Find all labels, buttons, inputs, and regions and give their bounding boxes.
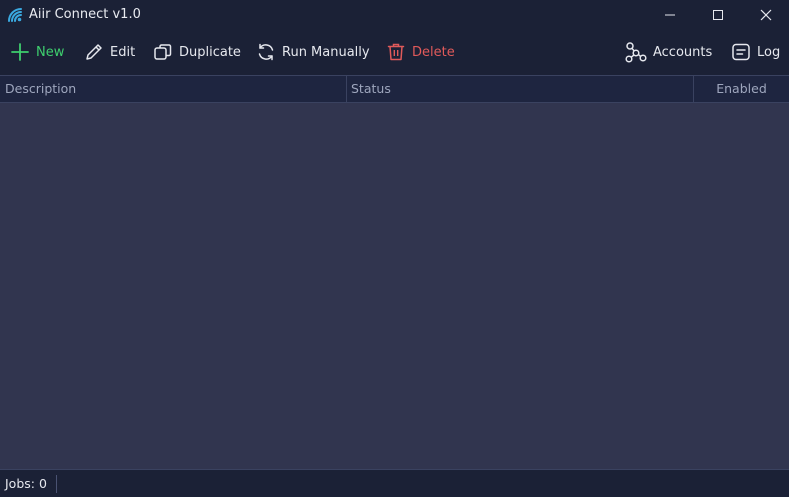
jobs-count: Jobs: 0 bbox=[5, 476, 47, 491]
toolbar: New Edit Duplicate Run Manually Delete A… bbox=[0, 30, 789, 75]
status-divider bbox=[56, 475, 57, 493]
minimize-button[interactable] bbox=[647, 0, 693, 30]
new-button[interactable]: New bbox=[10, 40, 64, 64]
new-label: New bbox=[36, 44, 65, 60]
pencil-icon bbox=[84, 42, 104, 62]
plus-icon bbox=[10, 42, 30, 62]
close-button[interactable] bbox=[743, 0, 789, 30]
run-manually-button[interactable]: Run Manually bbox=[256, 40, 370, 64]
jobs-table-body[interactable] bbox=[0, 103, 789, 469]
status-bar: Jobs: 0 bbox=[0, 469, 789, 497]
network-icon bbox=[625, 41, 647, 63]
maximize-icon bbox=[712, 9, 724, 21]
trash-icon bbox=[386, 42, 406, 62]
edit-button[interactable]: Edit bbox=[84, 40, 135, 64]
duplicate-button[interactable]: Duplicate bbox=[153, 40, 241, 64]
accounts-label: Accounts bbox=[653, 44, 713, 60]
title-bar: Aiir Connect v1.0 bbox=[0, 0, 789, 30]
log-label: Log bbox=[757, 44, 781, 60]
close-icon bbox=[760, 9, 772, 21]
log-icon bbox=[731, 42, 751, 62]
delete-label: Delete bbox=[412, 44, 455, 60]
wifi-logo-icon bbox=[6, 6, 24, 24]
column-header-description[interactable]: Description bbox=[0, 76, 347, 102]
minimize-icon bbox=[664, 9, 676, 21]
column-header-enabled[interactable]: Enabled bbox=[694, 76, 789, 102]
log-button[interactable]: Log bbox=[731, 40, 780, 64]
refresh-icon bbox=[256, 42, 276, 62]
accounts-button[interactable]: Accounts bbox=[625, 40, 712, 64]
window-title: Aiir Connect v1.0 bbox=[29, 7, 141, 22]
maximize-button[interactable] bbox=[695, 0, 741, 30]
jobs-table-header: Description Status Enabled bbox=[0, 75, 789, 103]
duplicate-label: Duplicate bbox=[179, 44, 241, 60]
delete-button[interactable]: Delete bbox=[386, 40, 455, 64]
edit-label: Edit bbox=[110, 44, 136, 60]
app-window: Aiir Connect v1.0 New Edit Duplicate Run… bbox=[0, 0, 789, 497]
column-header-status[interactable]: Status bbox=[347, 76, 694, 102]
duplicate-icon bbox=[153, 42, 173, 62]
run-manually-label: Run Manually bbox=[282, 44, 370, 60]
